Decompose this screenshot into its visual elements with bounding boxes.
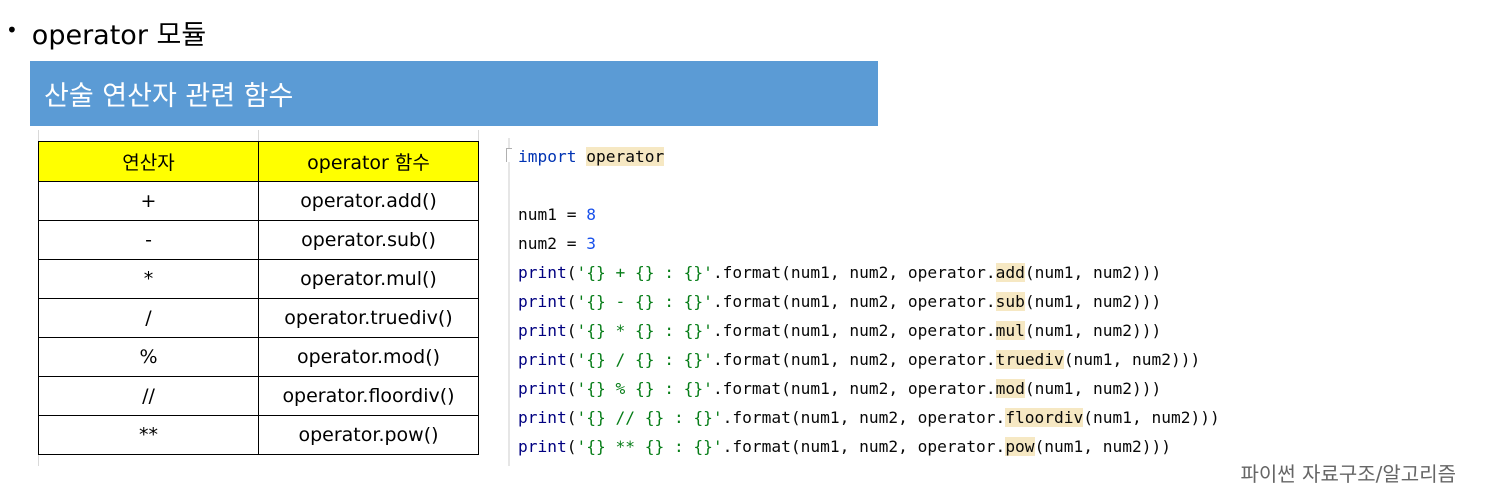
banner-title-text: 산술 연산자 관련 함수: [44, 81, 294, 112]
code-format: .format(num1, num2, operator.: [712, 321, 996, 340]
function-cell: operator.floordiv(): [258, 376, 479, 416]
table-row: - operator.sub(): [38, 220, 479, 260]
operator-table: 연산자 operator 함수 + operator.add() - opera…: [38, 141, 479, 455]
function-cell: operator.sub(): [258, 220, 479, 260]
code-func: floordiv: [1005, 408, 1084, 427]
code-args: (num1, num2))): [1024, 263, 1162, 282]
table-row: + operator.add(): [38, 181, 479, 221]
table-row: / operator.truediv(): [38, 298, 479, 338]
code-line-print: print('{} - {} : {}'.format(num1, num2, …: [518, 287, 1220, 316]
code-print: print: [518, 321, 567, 340]
code-format: .format(num1, num2, operator.: [712, 350, 996, 369]
operator-cell: **: [38, 415, 259, 455]
code-line-import: import operator: [518, 142, 1220, 171]
code-block: import operator num1 = 8 num2 = 3 print(…: [518, 142, 1220, 461]
code-string: '{} ** {} : {}': [576, 437, 723, 456]
header-function: operator 함수: [258, 141, 479, 182]
code-format: .format(num1, num2, operator.: [722, 437, 1006, 456]
code-line-print: print('{} ** {} : {}'.format(num1, num2,…: [518, 432, 1220, 461]
operator-cell: +: [38, 181, 259, 221]
code-format: .format(num1, num2, operator.: [722, 408, 1006, 427]
code-string: '{} * {} : {}': [576, 321, 713, 340]
code-print: print: [518, 408, 567, 427]
code-func: sub: [995, 292, 1025, 311]
code-args: (num1, num2))): [1024, 292, 1162, 311]
code-func: pow: [1005, 437, 1035, 456]
code-number: 8: [586, 205, 596, 224]
code-line-print: print('{} // {} : {}'.format(num1, num2,…: [518, 403, 1220, 432]
table-row: // operator.floordiv(): [38, 376, 479, 416]
function-cell: operator.add(): [258, 181, 479, 221]
code-string: '{} - {} : {}': [576, 292, 713, 311]
code-string: '{} + {} : {}': [576, 263, 713, 282]
code-op: =: [556, 205, 587, 224]
section-heading: • operator 모듈: [6, 14, 207, 51]
code-string: '{} % {} : {}': [576, 379, 713, 398]
code-func: mul: [995, 321, 1025, 340]
code-args: (num1, num2))): [1083, 408, 1220, 427]
code-args: (num1, num2))): [1024, 379, 1162, 398]
code-print: print: [518, 292, 567, 311]
code-func: add: [995, 263, 1025, 282]
operator-cell: %: [38, 337, 259, 377]
function-cell: operator.pow(): [258, 415, 479, 455]
code-line-print: print('{} % {} : {}'.format(num1, num2, …: [518, 374, 1220, 403]
table-row: ** operator.pow(): [38, 415, 479, 455]
code-var: num1: [518, 205, 557, 224]
code-string: '{} / {} : {}': [576, 350, 713, 369]
code-func: truediv: [995, 350, 1064, 369]
code-line-print: print('{} / {} : {}'.format(num1, num2, …: [518, 345, 1220, 374]
footer-caption: 파이썬 자료구조/알고리즘: [1240, 462, 1457, 486]
operator-cell: *: [38, 259, 259, 299]
banner-title: 산술 연산자 관련 함수: [30, 61, 878, 126]
code-args: (num1, num2))): [1063, 350, 1201, 369]
code-format: .format(num1, num2, operator.: [712, 263, 996, 282]
code-func: mod: [995, 379, 1025, 398]
code-format: .format(num1, num2, operator.: [712, 379, 996, 398]
code-number: 3: [586, 234, 596, 253]
code-line-assign: num1 = 8: [518, 200, 1220, 229]
code-var: num2: [518, 234, 557, 253]
operator-cell: /: [38, 298, 259, 338]
table-header-row: 연산자 operator 함수: [38, 141, 479, 182]
code-format: .format(num1, num2, operator.: [712, 292, 996, 311]
code-string: '{} // {} : {}': [576, 408, 723, 427]
function-cell: operator.mod(): [258, 337, 479, 377]
code-line-print: print('{} * {} : {}'.format(num1, num2, …: [518, 316, 1220, 345]
code-args: (num1, num2))): [1034, 437, 1172, 456]
function-cell: operator.truediv(): [258, 298, 479, 338]
editor-gutter: [508, 138, 510, 466]
table-row: % operator.mod(): [38, 337, 479, 377]
code-op: =: [556, 234, 587, 253]
code-args: (num1, num2))): [1024, 321, 1162, 340]
code-print: print: [518, 350, 567, 369]
operator-cell: -: [38, 220, 259, 260]
function-cell: operator.mul(): [258, 259, 479, 299]
code-module: operator: [586, 147, 665, 166]
code-keyword: import: [518, 147, 577, 166]
code-print: print: [518, 263, 567, 282]
code-print: print: [518, 437, 567, 456]
section-heading-text: operator 모듈: [31, 19, 207, 51]
table-row: * operator.mul(): [38, 259, 479, 299]
code-line-assign: num2 = 3: [518, 229, 1220, 258]
header-operator: 연산자: [38, 141, 259, 182]
fold-marker-icon: [506, 148, 512, 162]
operator-table-container: 연산자 operator 함수 + operator.add() - opera…: [38, 141, 479, 455]
bullet-icon: •: [6, 18, 18, 42]
operator-cell: //: [38, 376, 259, 416]
code-line-print: print('{} + {} : {}'.format(num1, num2, …: [518, 258, 1220, 287]
code-print: print: [518, 379, 567, 398]
